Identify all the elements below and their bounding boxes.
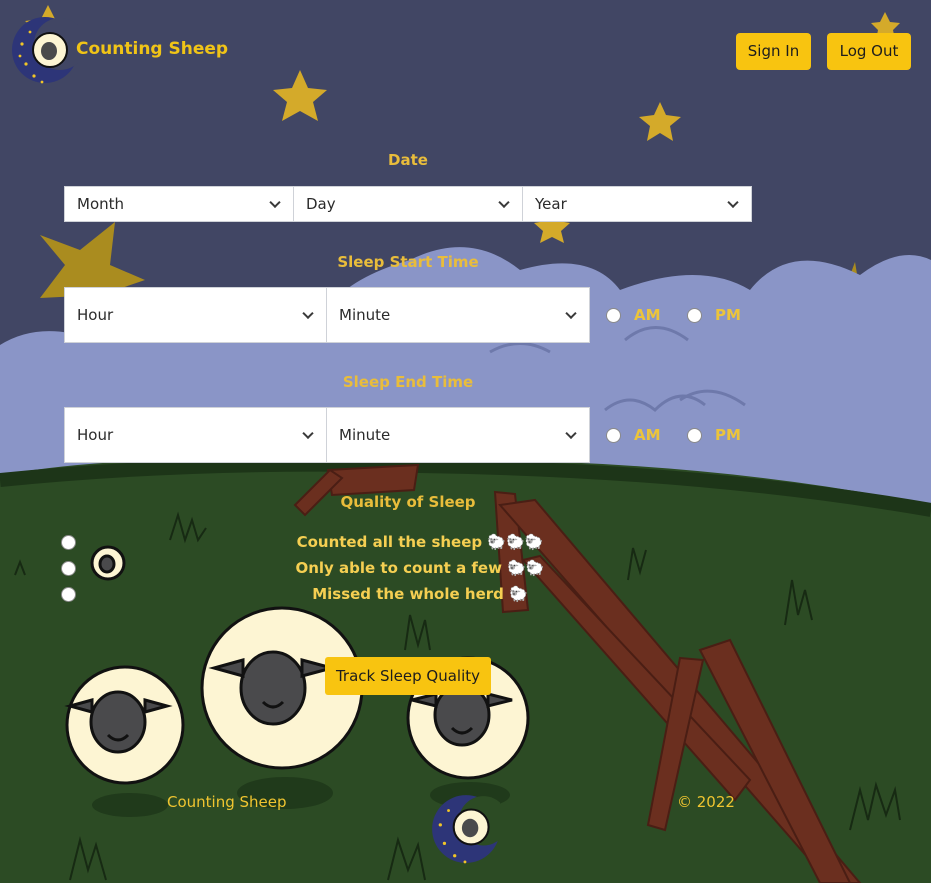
radio-button[interactable]: [606, 307, 621, 323]
sheep-moon-logo-icon: [432, 795, 500, 864]
end-hour-select[interactable]: Hour: [64, 407, 327, 463]
radio-button[interactable]: [606, 427, 621, 443]
date-label: Date: [388, 151, 428, 169]
year-select-value: Year: [535, 195, 567, 213]
sleep-end-label: Sleep End Time: [342, 373, 474, 391]
chevron-down-icon: [302, 427, 314, 440]
chevron-down-icon: [565, 427, 577, 440]
radio-button[interactable]: [687, 427, 702, 443]
brand-name: Counting Sheep: [76, 39, 229, 59]
quality-option-few[interactable]: Only able to count a few 🐑🐑: [240, 559, 600, 577]
chevron-down-icon: [302, 307, 314, 320]
start-hour-select[interactable]: Hour: [64, 287, 327, 343]
start-am-label: AM: [634, 306, 661, 324]
chevron-down-icon: [269, 196, 281, 209]
chevron-down-icon: [565, 307, 577, 320]
sign-in-button[interactable]: Sign In: [736, 33, 811, 70]
radio-button[interactable]: [687, 307, 702, 323]
end-am-label: AM: [634, 426, 661, 444]
start-pm-label: PM: [715, 306, 741, 324]
start-am-radio[interactable]: AM: [606, 306, 661, 324]
log-out-button[interactable]: Log Out: [827, 33, 911, 70]
start-minute-value: Minute: [339, 306, 391, 324]
start-hour-value: Hour: [77, 306, 114, 324]
end-pm-label: PM: [715, 426, 741, 444]
sleep-start-label: Sleep Start Time: [337, 253, 479, 271]
end-minute-value: Minute: [339, 426, 391, 444]
month-select[interactable]: Month: [64, 186, 294, 222]
day-select-value: Day: [306, 195, 336, 213]
end-hour-value: Hour: [77, 426, 114, 444]
quality-radio-few[interactable]: [61, 561, 76, 576]
chevron-down-icon: [498, 196, 510, 209]
year-select[interactable]: Year: [522, 186, 752, 222]
start-pm-radio[interactable]: PM: [687, 306, 741, 324]
month-select-value: Month: [77, 195, 125, 213]
quality-radio-none[interactable]: [61, 587, 76, 602]
brand[interactable]: Counting Sheep: [12, 14, 228, 88]
quality-option-none[interactable]: Missed the whole herd 🐑: [240, 585, 600, 603]
quality-option-all[interactable]: Counted all the sheep 🐑🐑🐑: [240, 533, 600, 551]
track-sleep-quality-button[interactable]: Track Sleep Quality: [325, 657, 491, 695]
footer-copyright: © 2022: [677, 793, 735, 811]
quality-label: Quality of Sleep: [340, 493, 476, 511]
end-am-radio[interactable]: AM: [606, 426, 661, 444]
day-select[interactable]: Day: [293, 186, 523, 222]
end-minute-select[interactable]: Minute: [326, 407, 590, 463]
quality-radio-all[interactable]: [61, 535, 76, 550]
chevron-down-icon: [727, 196, 739, 209]
sheep-moon-logo-icon: [12, 17, 78, 84]
end-pm-radio[interactable]: PM: [687, 426, 741, 444]
start-minute-select[interactable]: Minute: [326, 287, 590, 343]
footer-brand: Counting Sheep: [167, 793, 287, 811]
